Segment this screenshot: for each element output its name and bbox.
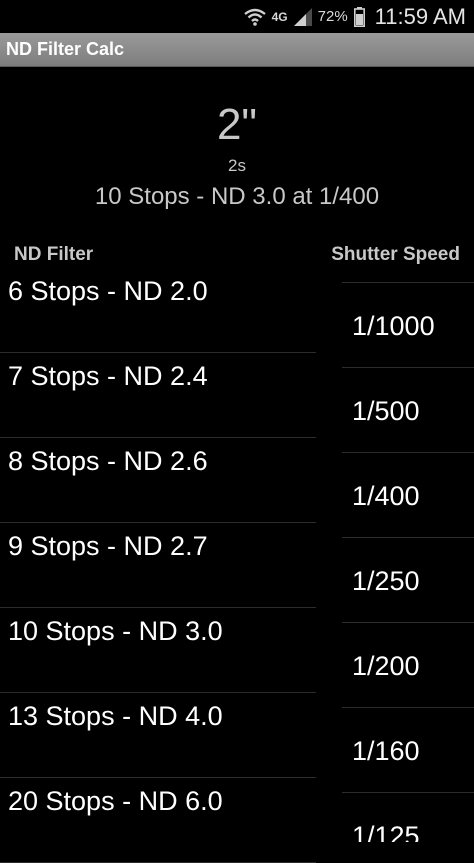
nd-filter-item[interactable]: 9 Stops - ND 2.7: [0, 523, 316, 608]
nd-filter-label: 13 Stops - ND 4.0: [8, 701, 223, 731]
wifi-icon: [243, 8, 266, 26]
shutter-speed-item[interactable]: 1/500: [342, 367, 474, 452]
shutter-speed-label: 1/200: [352, 651, 420, 681]
nd-filter-list[interactable]: 6 Stops - ND 2.0 7 Stops - ND 2.4 8 Stop…: [0, 268, 316, 863]
nd-filter-header: ND Filter: [14, 244, 94, 265]
clock: 11:59 AM: [374, 3, 466, 29]
nd-filter-label: 10 Stops - ND 3.0: [8, 616, 223, 646]
nd-filter-label: 20 Stops - ND 6.0: [8, 786, 223, 816]
battery-icon: [353, 6, 365, 27]
nd-filter-item[interactable]: 13 Stops - ND 4.0: [0, 693, 316, 778]
nd-filter-item[interactable]: 20 Stops - ND 6.0: [0, 778, 316, 863]
shutter-speed-item[interactable]: 1/125: [342, 792, 474, 842]
shutter-speed-header: Shutter Speed: [331, 244, 460, 265]
nd-filter-label: 6 Stops - ND 2.0: [8, 276, 208, 306]
exposure-seconds: 2s: [228, 156, 246, 175]
4g-lte-icon: 4G: [271, 9, 288, 24]
status-bar: 4G 72% 11:59 AM: [0, 0, 474, 33]
nd-filter-label: 7 Stops - ND 2.4: [8, 361, 208, 391]
shutter-speed-label: 1/250: [352, 566, 420, 596]
exposure-duration: 2": [216, 100, 258, 149]
status-icons: 4G 72% 11:59 AM: [243, 3, 466, 30]
shutter-speed-item[interactable]: 1/250: [342, 537, 474, 622]
nd-filter-label: 8 Stops - ND 2.6: [8, 446, 208, 476]
selection-summary: 10 Stops - ND 3.0 at 1/400: [94, 183, 380, 210]
shutter-speed-label: 1/1000: [352, 311, 435, 341]
battery-percent: 72%: [317, 8, 348, 25]
shutter-speed-item[interactable]: 1/400: [342, 452, 474, 537]
nd-filter-label: 9 Stops - ND 2.7: [8, 531, 208, 561]
signal-icon: [293, 7, 312, 26]
shutter-speed-label: 1/160: [352, 736, 420, 766]
shutter-speed-label: 1/500: [352, 396, 420, 426]
shutter-speed-item[interactable]: 1/160: [342, 707, 474, 792]
nd-filter-item[interactable]: 10 Stops - ND 3.0: [0, 608, 316, 693]
nd-filter-item[interactable]: 8 Stops - ND 2.6: [0, 438, 316, 523]
shutter-speed-item[interactable]: 1/1000: [342, 282, 474, 367]
shutter-speed-list[interactable]: 1/1000 1/500 1/400 1/250 1/200 1/160 1/1…: [342, 282, 474, 842]
shutter-speed-label: 1/125: [352, 821, 420, 842]
app-title: ND Filter Calc: [6, 39, 125, 59]
shutter-speed-item[interactable]: 1/200: [342, 622, 474, 707]
nd-filter-item[interactable]: 7 Stops - ND 2.4: [0, 353, 316, 438]
shutter-speed-label: 1/400: [352, 481, 420, 511]
nd-filter-item[interactable]: 6 Stops - ND 2.0: [0, 268, 316, 353]
action-bar: ND Filter Calc: [0, 33, 474, 67]
